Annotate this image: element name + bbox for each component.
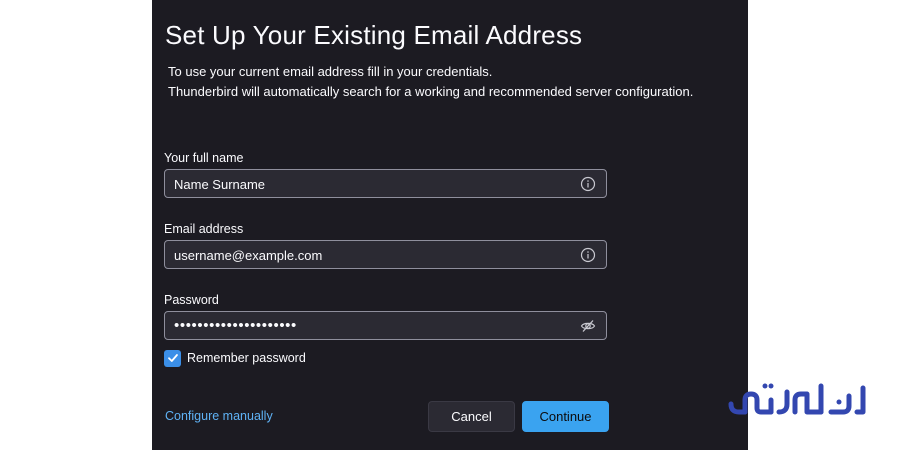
checkmark-icon bbox=[167, 354, 178, 362]
password-label: Password bbox=[164, 293, 219, 307]
email-label: Email address bbox=[164, 222, 244, 236]
password-value[interactable]: ••••••••••••••••••••• bbox=[174, 317, 297, 334]
info-icon[interactable] bbox=[580, 247, 596, 263]
remember-password-row[interactable]: Remember password bbox=[164, 349, 306, 367]
remember-password-checkbox[interactable] bbox=[164, 349, 181, 367]
email-field[interactable]: username@example.com bbox=[164, 240, 607, 269]
password-field[interactable]: ••••••••••••••••••••• bbox=[164, 311, 607, 340]
account-setup-dialog: Set Up Your Existing Email Address To us… bbox=[152, 0, 748, 450]
cancel-button[interactable]: Cancel bbox=[428, 401, 515, 432]
configure-manually-link[interactable]: Configure manually bbox=[165, 409, 273, 423]
dialog-description-line1: To use your current email address fill i… bbox=[168, 64, 493, 79]
full-name-field[interactable]: Name Surname bbox=[164, 169, 607, 198]
eye-slash-icon[interactable] bbox=[580, 318, 596, 334]
dialog-title: Set Up Your Existing Email Address bbox=[165, 20, 583, 50]
dialog-description-line2: Thunderbird will automatically search fo… bbox=[168, 84, 694, 99]
page: Set Up Your Existing Email Address To us… bbox=[0, 0, 900, 450]
iranserver-watermark-logo bbox=[728, 383, 866, 415]
info-icon[interactable] bbox=[580, 176, 596, 192]
continue-button[interactable]: Continue bbox=[522, 401, 609, 432]
remember-password-label[interactable]: Remember password bbox=[187, 351, 306, 365]
email-value[interactable]: username@example.com bbox=[174, 248, 322, 263]
full-name-value[interactable]: Name Surname bbox=[174, 177, 265, 192]
full-name-label: Your full name bbox=[164, 151, 244, 165]
